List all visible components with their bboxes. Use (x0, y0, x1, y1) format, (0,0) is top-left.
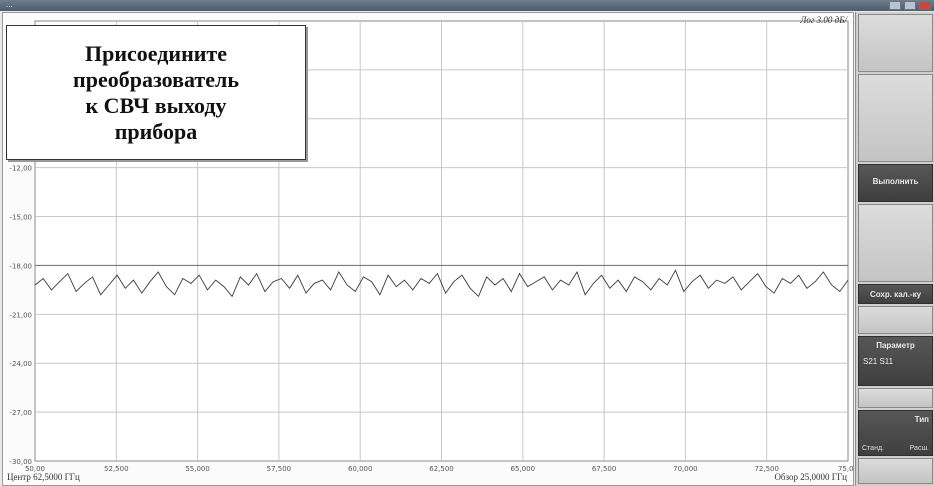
minimize-button[interactable] (889, 1, 901, 10)
instruction-overlay: Присоедините преобразователь к СВЧ выход… (6, 25, 306, 160)
y-tick-label: -30,00 (9, 458, 32, 466)
type-label: Тип (914, 415, 929, 424)
softkey-blank-3[interactable] (858, 306, 933, 334)
save-calibration-button[interactable]: Сохр. кал.-ку (858, 284, 933, 304)
instruction-line: Присоедините (85, 40, 227, 66)
type-options: Станд. Расш. (862, 445, 929, 452)
softkey-blank-1[interactable] (858, 74, 933, 162)
parameter-button[interactable]: Параметр S21 S11 (858, 336, 933, 386)
x-tick-label: 62,500 (429, 465, 454, 473)
x-tick-label: 57,500 (267, 465, 292, 473)
instruction-line: прибора (114, 118, 198, 144)
parameter-label: Параметр (876, 341, 915, 350)
close-button[interactable] (919, 1, 931, 10)
y-tick-label: -24,00 (9, 360, 32, 368)
y-tick-label: -21,00 (9, 311, 32, 319)
window-title: ... (6, 1, 13, 9)
scale-readout: Лог 3.00 дБ/ (800, 15, 847, 25)
y-tick-label: -12,00 (9, 165, 32, 173)
execute-button[interactable]: Выполнить (858, 164, 933, 202)
x-tick-label: 65,000 (511, 465, 536, 473)
y-tick-label: -15,00 (9, 214, 32, 222)
window-controls (889, 1, 931, 10)
center-frequency: Центр 62,5000 ГГц (7, 472, 80, 482)
execute-label: Выполнить (872, 177, 919, 186)
x-tick-label: 70,000 (673, 465, 698, 473)
span-frequency: Обзор 25,0000 ГГц (774, 472, 847, 482)
type-button[interactable]: Тип Станд. Расш. (858, 410, 933, 456)
softkey-panel: Выполнить Сохр. кал.-ку Параметр S21 S11… (855, 12, 934, 486)
softkey-blank-5[interactable] (858, 458, 933, 484)
x-tick-label: 55,000 (185, 465, 210, 473)
softkey-top[interactable] (858, 14, 933, 72)
instruction-line: к СВЧ выходу (85, 92, 227, 118)
softkey-blank-2[interactable] (858, 204, 933, 282)
x-tick-label: 67,500 (592, 465, 617, 473)
type-option-extended[interactable]: Расш. (910, 445, 929, 452)
instruction-line: преобразователь (73, 66, 239, 92)
parameter-value: S21 S11 (863, 357, 894, 366)
type-option-standard[interactable]: Станд. (862, 445, 884, 452)
maximize-button[interactable] (904, 1, 916, 10)
x-tick-label: 60,000 (348, 465, 373, 473)
y-tick-label: -27,00 (9, 409, 32, 417)
window-titlebar: ... (0, 0, 934, 11)
softkey-blank-4[interactable] (858, 388, 933, 408)
x-tick-label: 52,500 (104, 465, 129, 473)
save-calibration-label: Сохр. кал.-ку (869, 290, 922, 299)
y-tick-label: -18,00 (9, 262, 32, 270)
